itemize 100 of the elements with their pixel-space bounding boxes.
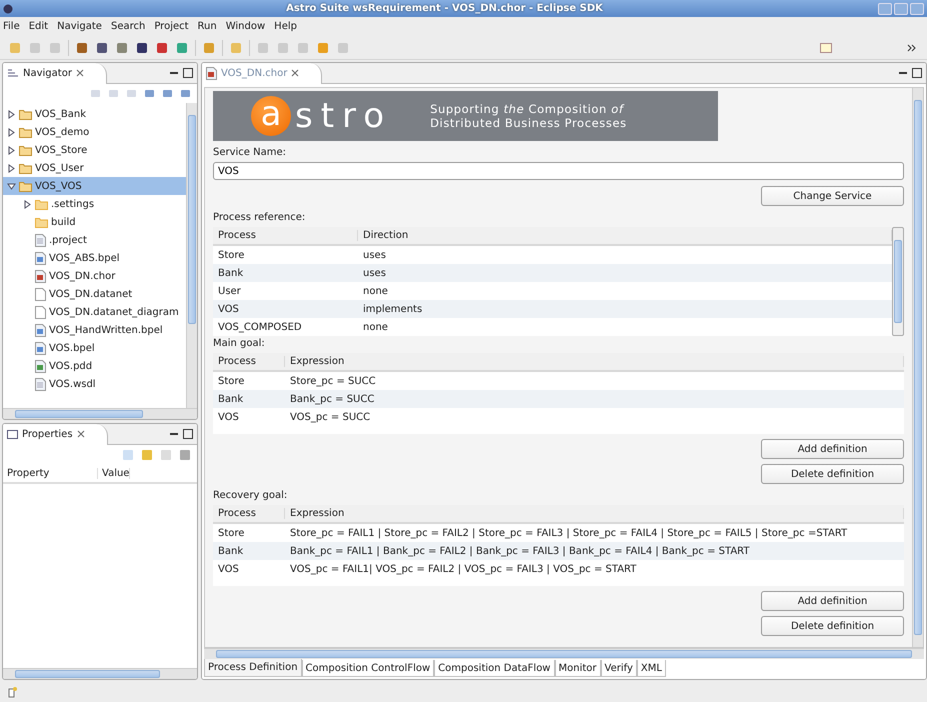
delete-definition-button[interactable]: Delete definition bbox=[761, 464, 904, 484]
table-cell-text: VOS_pc = FAIL1| VOS_pc = FAIL2 | VOS_pc = FAIL3 | VOS_pc = START bbox=[289, 564, 638, 574]
folder-icon bbox=[19, 162, 32, 174]
scrollbar[interactable] bbox=[3, 668, 197, 679]
table-cell-text: Bank_pc = FAIL1 | Bank_pc = FAIL2 | Bank_pc = FAIL3 | Bank_pc = FAIL4 | Bank_pc = START bbox=[289, 546, 750, 556]
table-cell-text: Bank bbox=[217, 268, 244, 278]
toolbar-icon[interactable] bbox=[155, 40, 169, 54]
chart-file-icon bbox=[35, 270, 46, 282]
logo: a stro bbox=[251, 96, 392, 136]
tree-item[interactable]: VOS_DN.datanet bbox=[3, 285, 186, 303]
tree-item[interactable]: VOS_DN.datanet_diagram bbox=[3, 303, 186, 321]
tree-item[interactable]: VOS.pdd bbox=[3, 357, 186, 375]
table-cell-text: uses bbox=[362, 268, 387, 278]
collapse-arrow-icon[interactable] bbox=[7, 182, 16, 190]
section-label: Process reference: bbox=[213, 212, 306, 223]
status-icon[interactable] bbox=[8, 686, 18, 698]
table-cell-text: User bbox=[217, 286, 242, 296]
scrollbar[interactable] bbox=[912, 88, 923, 647]
tree-item[interactable]: VOS_User bbox=[3, 159, 186, 177]
menu-item[interactable]: File bbox=[3, 21, 20, 32]
diagram-file-icon bbox=[35, 252, 46, 264]
table-cell-text: implements bbox=[362, 304, 424, 314]
page-tab[interactable]: Monitor bbox=[554, 660, 601, 677]
service-name-field[interactable]: VOS bbox=[213, 162, 904, 180]
tree-item[interactable]: VOS_VOS bbox=[3, 177, 186, 195]
column-header[interactable]: Expression bbox=[285, 356, 904, 367]
page-tab[interactable]: Process Definition bbox=[204, 659, 302, 677]
close-icon[interactable] bbox=[291, 69, 300, 77]
table-cell-text: VOS_COMPOSED bbox=[217, 322, 303, 332]
column-header[interactable]: Value bbox=[98, 468, 130, 478]
maximize-icon[interactable] bbox=[183, 429, 193, 439]
tree-item[interactable]: VOS_DN.chor bbox=[3, 267, 186, 285]
view-tab[interactable]: Properties bbox=[3, 424, 108, 444]
window-title: Astro Suite wsRequirement - VOS_DN.chor - Eclipse SDK bbox=[285, 3, 604, 14]
table-cell-text: Store bbox=[217, 250, 246, 260]
toolbar-icon[interactable] bbox=[135, 40, 149, 54]
close-icon[interactable] bbox=[76, 430, 85, 438]
column-header[interactable]: Expression bbox=[285, 508, 904, 519]
navigator-icon bbox=[7, 68, 19, 78]
table-cell-text: Bank bbox=[217, 546, 244, 556]
tree-item[interactable]: VOS.bpel bbox=[3, 339, 186, 357]
tree-item[interactable]: VOS_demo bbox=[3, 123, 186, 141]
menu-item[interactable]: Edit bbox=[28, 21, 48, 32]
view-title: Properties bbox=[22, 428, 73, 440]
app-icon bbox=[3, 4, 13, 14]
add-definition-button[interactable]: Add definition bbox=[761, 439, 904, 459]
tree-item[interactable]: VOS_Store bbox=[3, 141, 186, 159]
column-header[interactable]: Process bbox=[213, 356, 285, 367]
close-icon[interactable] bbox=[76, 69, 84, 77]
delete-definition-button[interactable]: Delete definition bbox=[761, 616, 904, 636]
column-header[interactable]: Process bbox=[213, 230, 358, 241]
maximize-button[interactable] bbox=[894, 2, 908, 14]
change-service-button[interactable]: Change Service bbox=[761, 186, 904, 206]
add-definition-button[interactable]: Add definition bbox=[761, 591, 904, 611]
scrollbar[interactable] bbox=[186, 103, 197, 408]
tree-item[interactable]: VOS_HandWritten.bpel bbox=[3, 321, 186, 339]
column-header[interactable]: Process bbox=[213, 508, 285, 519]
chart-file-icon bbox=[206, 66, 217, 80]
toolbar-icon[interactable] bbox=[75, 40, 89, 54]
maximize-icon[interactable] bbox=[183, 68, 193, 78]
table-cell-text: Bank bbox=[217, 394, 244, 404]
tree-item[interactable]: VOS_ABS.bpel bbox=[3, 249, 186, 267]
scrollbar[interactable] bbox=[3, 408, 197, 419]
maximize-icon[interactable] bbox=[912, 68, 922, 78]
tree-item[interactable]: VOS_Bank bbox=[3, 105, 186, 123]
tagline: Supporting the Composition of Distributed Business Processes bbox=[430, 102, 627, 130]
view-tab[interactable]: Navigator bbox=[3, 63, 107, 84]
menu-item[interactable]: Navigate bbox=[57, 21, 102, 32]
folder-icon bbox=[35, 198, 48, 210]
scrollbar[interactable] bbox=[892, 227, 904, 336]
page-tab[interactable]: Composition ControlFlow bbox=[302, 660, 434, 677]
column-header[interactable]: Property bbox=[3, 468, 98, 478]
folder-icon bbox=[35, 216, 48, 228]
file-icon bbox=[35, 378, 46, 390]
scrollbar[interactable] bbox=[204, 648, 924, 659]
menu-item[interactable]: Search bbox=[110, 21, 146, 32]
table-cell-text: none bbox=[362, 286, 389, 296]
perspective-icon[interactable] bbox=[819, 40, 833, 54]
menu-item[interactable]: Project bbox=[154, 21, 189, 32]
toolbar-icon[interactable] bbox=[95, 40, 109, 54]
menu-item[interactable]: Help bbox=[274, 21, 297, 32]
tree-item[interactable]: .project bbox=[3, 231, 186, 249]
page-tab[interactable]: XML bbox=[636, 660, 666, 677]
table-cell-text: VOS bbox=[217, 412, 240, 422]
page-tab[interactable]: Verify bbox=[600, 660, 637, 677]
tree-item[interactable]: .settings bbox=[3, 195, 186, 213]
table-cell-text: VOS bbox=[217, 564, 240, 574]
table-cell-text: uses bbox=[362, 250, 387, 260]
tree-item[interactable]: build bbox=[3, 213, 186, 231]
page-tab[interactable]: Composition DataFlow bbox=[434, 660, 554, 677]
table-cell-text: Store_pc = SUCC bbox=[289, 376, 377, 386]
table-cell-text: Store bbox=[217, 376, 246, 386]
tree-item[interactable]: VOS.wsdl bbox=[3, 375, 186, 393]
minimize-button[interactable] bbox=[878, 2, 892, 14]
package-file-icon bbox=[35, 360, 46, 372]
menu-item[interactable]: Run bbox=[198, 21, 217, 32]
menu-item[interactable]: Window bbox=[226, 21, 266, 32]
view-title: Navigator bbox=[23, 68, 72, 78]
close-button[interactable] bbox=[910, 2, 924, 14]
expand-arrow-icon[interactable] bbox=[23, 200, 32, 208]
